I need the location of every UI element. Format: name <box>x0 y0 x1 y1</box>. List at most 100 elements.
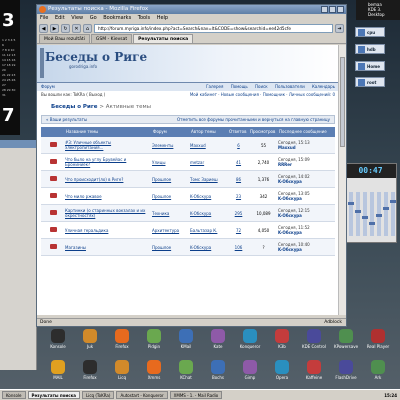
eq-slider[interactable] <box>362 192 368 236</box>
vertical-scrollbar[interactable] <box>338 45 346 315</box>
topic-title-link[interactable]: Уличная геральдика <box>65 228 152 233</box>
breadcrumb-root[interactable]: Беседы о Риге <box>51 104 97 110</box>
last-post-author-link[interactable]: K-Обскура <box>278 196 302 201</box>
xmms-equalizer[interactable]: 00:47 <box>344 163 397 243</box>
dock-item[interactable]: FlashDrive <box>328 360 364 390</box>
taskbar-item[interactable]: XMMS - 1. - Mail Radio <box>169 391 223 399</box>
menu-tools[interactable]: Tools <box>138 15 150 21</box>
desktop-icon-cpu[interactable]: cpu <box>355 27 385 37</box>
minimize-button[interactable] <box>321 6 328 13</box>
dock-item[interactable]: KDE Control <box>296 329 332 359</box>
menu-help[interactable]: Help <box>157 15 168 21</box>
desktop-icon-home[interactable]: Home <box>355 61 385 71</box>
scrollbar-thumb[interactable] <box>340 57 345 147</box>
topic-title-link[interactable]: Картинки (о старинных вокзалах и их окре… <box>65 208 152 218</box>
menu-go[interactable]: Go <box>90 15 97 21</box>
topic-replies[interactable]: 6 <box>228 143 249 148</box>
menu-view[interactable]: View <box>71 15 83 21</box>
table-row[interactable]: Что мило ржавое Прошлое K-Обскура 23 342 Сего… <box>41 188 335 205</box>
dock-item[interactable]: Xmms <box>136 360 172 390</box>
topic-title-link[interactable]: Что было на углу Брувейас и Брониниек? <box>65 157 152 167</box>
table-row[interactable]: Что происходит(ло) в Риге? Прошлое Томс За… <box>41 171 335 188</box>
nav-calendar[interactable]: Календарь <box>312 84 335 89</box>
back-button[interactable]: ◀ <box>39 23 48 33</box>
home-button[interactable]: ⌂ <box>83 23 92 33</box>
tab-3-active[interactable]: Результаты поиска <box>133 34 194 43</box>
nav-users[interactable]: Пользователи <box>275 84 305 89</box>
dock-item[interactable]: Konsole <box>40 329 76 359</box>
maximize-button[interactable] <box>329 6 336 13</box>
forward-button[interactable]: ▶ <box>50 23 59 33</box>
dock-item[interactable]: KPowersave <box>328 329 364 359</box>
address-bar[interactable]: http://forum.myriga.info/index.php?act=S… <box>94 23 333 33</box>
topic-title-link[interactable]: Что происходит(ло) в Риге? <box>65 177 152 182</box>
nav-forum[interactable]: Форум <box>41 84 55 89</box>
dock-item[interactable]: K3b <box>264 329 300 359</box>
nav-search[interactable]: Поиск <box>255 84 268 89</box>
topic-forum-link[interactable]: Элементы <box>152 143 190 148</box>
dock-item[interactable]: KChat <box>168 360 204 390</box>
table-row[interactable]: Магазины Прошлое K-Обскура 106? Сегодня, 10:… <box>41 239 335 256</box>
eq-slider[interactable] <box>383 192 389 236</box>
last-post-author-link[interactable]: K-Обскура <box>278 247 302 252</box>
dock-item[interactable]: Pidgin <box>136 329 172 359</box>
eq-slider[interactable] <box>376 192 382 236</box>
topic-author-link[interactable]: metzar <box>190 160 228 165</box>
topic-title-link[interactable]: #3: Уличные объекты электропитания... <box>65 140 152 150</box>
results-back-link[interactable]: « Ваши результаты <box>46 117 87 122</box>
taskbar-item-active[interactable]: Результаты поиска <box>27 391 80 399</box>
taskbar-item[interactable]: Autostart - Konqueror <box>116 391 168 399</box>
menu-edit[interactable]: Edit <box>55 15 65 21</box>
eq-slider[interactable] <box>390 192 396 236</box>
desktop-icon-hdb[interactable]: hdb <box>355 44 385 54</box>
dock-item[interactable]: Opera <box>264 360 300 390</box>
topic-replies[interactable]: 23 <box>228 194 249 199</box>
tab-1[interactable]: Мой Ваш rezultāti <box>39 34 90 43</box>
dock-item[interactable]: Kaffeine <box>296 360 332 390</box>
tab-2[interactable]: GSM - Kievsat <box>90 34 133 43</box>
topic-title-link[interactable]: Что мило ржавое <box>65 194 152 199</box>
topic-forum-link[interactable]: Техника <box>152 211 190 216</box>
topic-forum-link[interactable]: Архитектура <box>152 228 190 233</box>
topic-author-link[interactable]: K-Обскура <box>190 245 228 250</box>
dock-item[interactable]: Bochs <box>200 360 236 390</box>
topic-replies[interactable]: 72 <box>228 228 249 233</box>
dock-item[interactable]: Konqueror <box>232 329 268 359</box>
topic-replies[interactable]: 41 <box>228 160 249 165</box>
adblock-status[interactable]: Adblock <box>324 319 342 327</box>
stop-button[interactable]: ✕ <box>72 23 81 33</box>
topic-replies[interactable]: 295 <box>228 211 249 216</box>
mark-all-read-link[interactable]: Отметить все форумы прочитанными и верну… <box>177 116 330 124</box>
topic-title-link[interactable]: Магазины <box>65 245 152 250</box>
user-login-line[interactable]: Вы вошли как: ToKRa ( Выход ) <box>41 92 105 97</box>
close-button[interactable] <box>337 6 344 13</box>
desktop-icon-root[interactable]: root <box>355 77 385 87</box>
topic-forum-link[interactable]: Прошлое <box>152 177 190 182</box>
dock-item[interactable]: Firefox <box>104 329 140 359</box>
topic-author-link[interactable]: Maxxud <box>190 143 228 148</box>
table-row[interactable]: #3: Уличные объекты электропитания... Эле… <box>41 137 335 154</box>
menu-bookmarks[interactable]: Bookmarks <box>103 15 131 21</box>
topic-replies[interactable]: 86 <box>228 177 249 182</box>
dock-item[interactable]: KMail <box>168 329 204 359</box>
dock-item[interactable]: Licq <box>104 360 140 390</box>
topic-author-link[interactable]: Бальтазар К. <box>190 228 228 233</box>
eq-slider[interactable] <box>355 192 361 236</box>
go-button[interactable]: ➜ <box>335 23 344 33</box>
nav-gallery[interactable]: Галерея <box>206 84 223 89</box>
last-post-author-link[interactable]: K-Обскура <box>278 179 302 184</box>
eq-slider[interactable] <box>369 192 375 236</box>
topic-forum-link[interactable]: Улицы <box>152 160 190 165</box>
topic-author-link[interactable]: K-Обскура <box>190 194 228 199</box>
window-titlebar[interactable]: Результаты поиска - Mozilla Firefox <box>37 5 346 14</box>
table-row[interactable]: Уличная геральдика Архитектура Бальтазар К… <box>41 222 335 239</box>
dock-item[interactable]: MAIL <box>40 360 76 390</box>
dock-item[interactable]: Juk <box>72 329 108 359</box>
nav-help[interactable]: Помощь <box>231 84 248 89</box>
table-row[interactable]: Картинки (о старинных вокзалах и их окре… <box>41 205 335 222</box>
firefox-window[interactable]: Результаты поиска - Mozilla Firefox File… <box>36 4 347 327</box>
taskbar-item[interactable]: Licq (ToKRa) <box>82 391 115 399</box>
user-links[interactable]: Мой кабинет · Новые сообщения · Помощник… <box>190 91 335 99</box>
topic-author-link[interactable]: K-Обскура <box>190 211 228 216</box>
last-post-author-link[interactable]: RRRer <box>278 162 292 167</box>
